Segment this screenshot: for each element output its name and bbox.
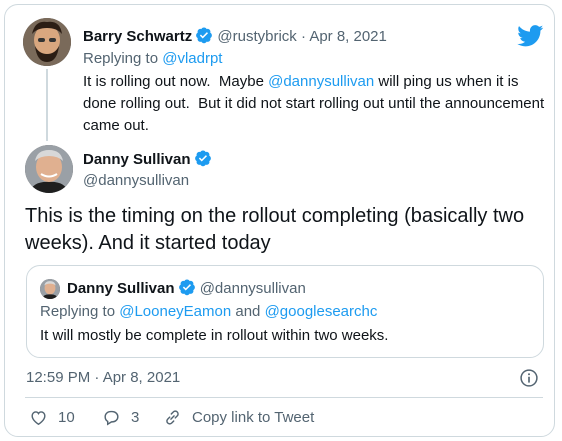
quoted-handle: @dannysullivan: [199, 280, 306, 297]
info-icon[interactable]: [519, 368, 539, 388]
parent-author-name[interactable]: Barry Schwartz: [83, 28, 192, 45]
parent-text-part1: It is rolling out now. Maybe: [83, 73, 269, 90]
divider: [25, 397, 543, 398]
barry-schwartz-avatar[interactable]: [23, 18, 71, 66]
reply-button[interactable]: 3: [102, 407, 139, 427]
replying-and: and: [231, 303, 265, 320]
replying-to-link-1[interactable]: @LooneyEamon: [119, 303, 231, 320]
quoted-tweet[interactable]: Danny Sullivan @dannysullivan Replying t…: [26, 265, 544, 358]
main-handle[interactable]: @dannysullivan: [83, 171, 189, 191]
quoted-author-avatar: [40, 279, 60, 299]
thread-connector-line: [46, 69, 48, 141]
main-author-name[interactable]: Danny Sullivan: [83, 151, 191, 168]
parent-tweet-header: Barry Schwartz @rustybrick · Apr 8, 2021: [83, 26, 387, 47]
verified-badge-icon: [194, 150, 211, 167]
copy-link-label: Copy link to Tweet: [192, 408, 315, 426]
parent-tweet-text: It is rolling out now. Maybe @dannysulli…: [83, 71, 545, 137]
twitter-bird-icon[interactable]: [517, 25, 544, 47]
replying-to-link[interactable]: @vladrpt: [162, 50, 222, 67]
reply-bubble-icon: [104, 410, 119, 426]
parent-handle[interactable]: @rustybrick: [217, 28, 296, 45]
separator-dot: ·: [296, 28, 310, 45]
parent-date[interactable]: Apr 8, 2021: [309, 28, 387, 45]
tweet-timestamp[interactable]: 12:59 PM · Apr 8, 2021: [26, 368, 180, 388]
heart-icon: [31, 410, 46, 425]
copy-link-button[interactable]: Copy link to Tweet: [163, 407, 314, 427]
quoted-tweet-header: Danny Sullivan @dannysullivan: [67, 278, 306, 299]
like-button[interactable]: 10: [29, 407, 75, 427]
quoted-replying-to: Replying to @LooneyEamon and @googlesear…: [40, 302, 377, 322]
verified-badge-icon: [196, 27, 213, 44]
parent-replying-to: Replying to @vladrpt: [83, 49, 222, 69]
verified-badge-icon: [178, 279, 195, 296]
mention-link[interactable]: @dannysullivan: [268, 73, 374, 90]
link-icon: [166, 409, 179, 425]
like-count: 10: [58, 408, 75, 426]
replying-to-link-2[interactable]: @googlesearchc: [265, 303, 378, 320]
reply-count: 3: [131, 408, 140, 426]
danny-sullivan-avatar[interactable]: [25, 145, 73, 193]
main-author-name-row: Danny Sullivan: [83, 149, 212, 170]
quoted-author-name: Danny Sullivan: [67, 280, 175, 297]
main-tweet-text: This is the timing on the rollout comple…: [25, 205, 525, 254]
replying-to-prefix: Replying to: [83, 50, 163, 67]
replying-to-prefix: Replying to: [40, 303, 120, 320]
quoted-tweet-text: It will mostly be complete in rollout wi…: [40, 327, 389, 344]
embedded-tweet-card: Barry Schwartz @rustybrick · Apr 8, 2021…: [4, 4, 555, 437]
